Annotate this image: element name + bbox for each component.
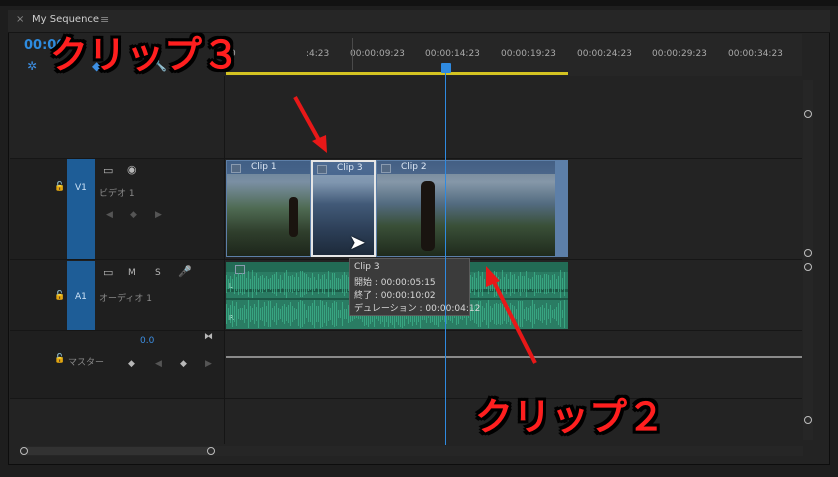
annotation-arrowhead-bottom (486, 266, 500, 287)
annotation-arrow-bottom (491, 279, 537, 364)
annotation-arrow-top (293, 96, 322, 143)
annotation-arrows (293, 96, 537, 364)
